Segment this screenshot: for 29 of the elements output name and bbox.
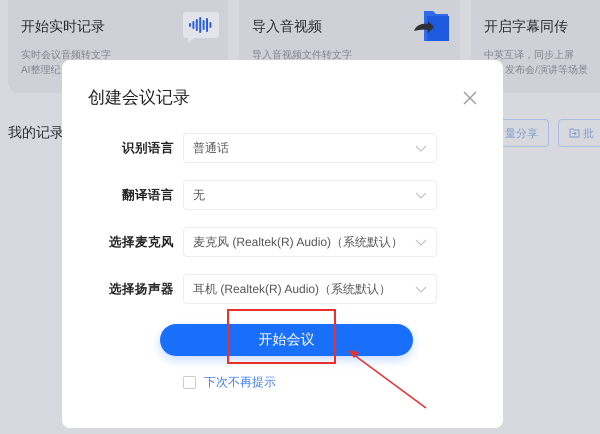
card-description: 中英互译，同步上屏	[484, 48, 574, 63]
select-field[interactable]: 普通话	[183, 133, 437, 163]
chevron-down-icon	[415, 192, 427, 198]
field-label: 选择麦克风	[108, 234, 174, 250]
card-title: 开始实时记录	[21, 18, 105, 36]
audio-wave-icon	[180, 9, 220, 43]
close-icon[interactable]	[463, 90, 477, 104]
card-description: 导入音视频文件转文字	[252, 48, 352, 63]
feature-card[interactable]: 开启字幕同传 中英互译，同步上屏 发布会/演讲等场景	[471, 0, 600, 93]
field-label: 识别语言	[120, 140, 174, 156]
field-label: 选择扬声器	[108, 280, 174, 298]
card-description: 实时会议音频转文字	[21, 48, 111, 63]
folder-icon	[412, 9, 452, 43]
chevron-down-icon	[415, 286, 427, 292]
chevron-down-icon	[415, 238, 427, 246]
card-title: 开启字幕同传	[484, 18, 568, 36]
field-label: 翻译语言	[120, 186, 174, 204]
folder-import-icon	[569, 128, 580, 138]
card-title: 导入音视频	[252, 18, 322, 36]
start-meeting-button[interactable]: 开始会议	[160, 324, 413, 356]
card-description: AI整理纪	[21, 64, 60, 78]
select-field[interactable]: 麦克风 (Realtek(R) Audio)（系统默认）	[183, 227, 437, 257]
card-description: 发布会/演讲等场景	[504, 64, 588, 78]
select-field[interactable]: 无	[183, 180, 437, 210]
section-title: 我的记录	[8, 124, 65, 142]
checkbox-label[interactable]: 下次不再提示	[204, 374, 276, 391]
checkbox[interactable]	[183, 376, 196, 389]
chevron-down-icon	[415, 144, 427, 152]
select-field[interactable]: 耳机 (Realtek(R) Audio)（系统默认）	[183, 274, 437, 304]
